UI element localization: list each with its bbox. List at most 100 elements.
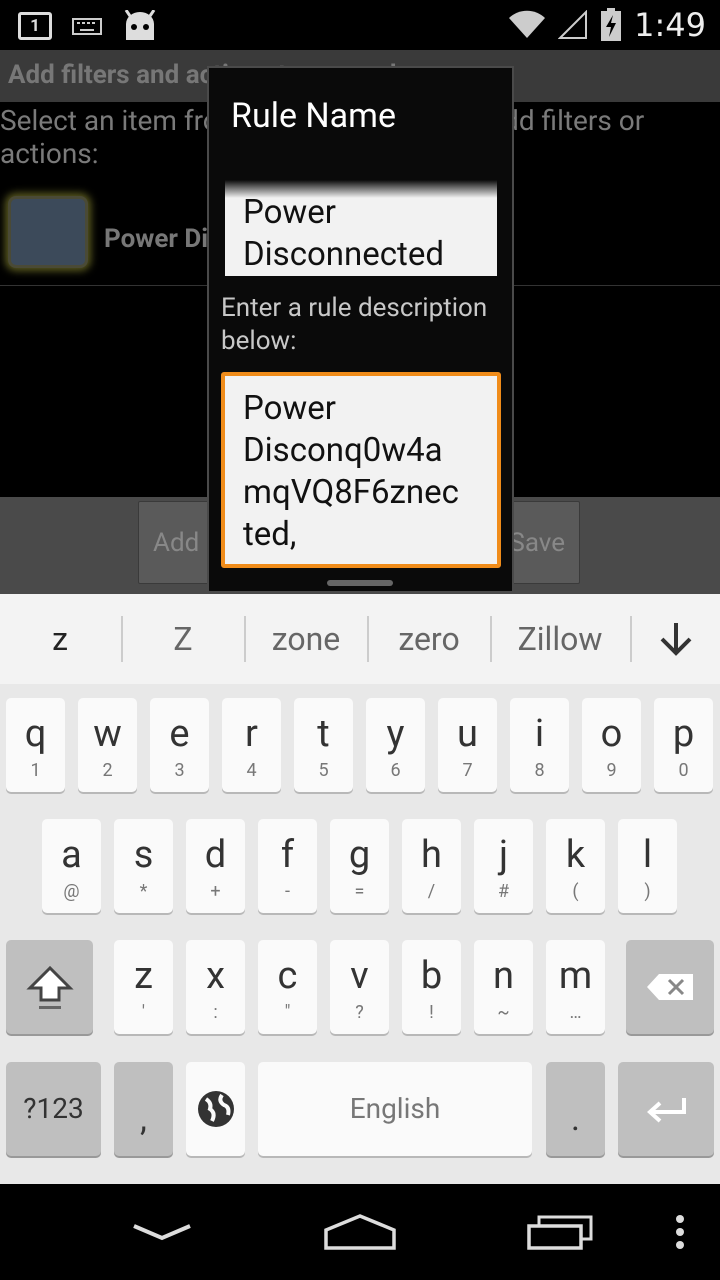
key-b[interactable]: b! [402, 940, 461, 1034]
key-y[interactable]: y6 [366, 698, 425, 792]
key-q[interactable]: q1 [6, 698, 65, 792]
key-e[interactable]: e3 [150, 698, 209, 792]
key-p[interactable]: p0 [654, 698, 713, 792]
key-hint: ( [572, 881, 579, 902]
key-hint: @ [63, 881, 80, 902]
key-hint: 9 [606, 760, 617, 781]
key-hint: 3 [174, 760, 185, 781]
shift-key[interactable] [6, 940, 93, 1034]
suggestion-item[interactable]: Z [123, 594, 243, 684]
space-key[interactable]: English [258, 1062, 532, 1156]
suggestion-item[interactable]: z [0, 594, 120, 684]
key-hint: ' [141, 1002, 146, 1023]
key-label: q [24, 712, 47, 756]
key-f[interactable]: f- [258, 819, 317, 913]
cyanogenmod-icon [124, 10, 156, 40]
key-z[interactable]: z ' [114, 940, 173, 1034]
key-j[interactable]: j # [474, 819, 533, 913]
key-label: w [93, 712, 122, 756]
key-label: b [420, 954, 443, 998]
suggestion-item[interactable]: zone [246, 594, 366, 684]
suggestion-strip: z Z zone zero Zillow [0, 594, 720, 684]
backspace-icon [647, 974, 693, 1000]
clock: 1:49 [634, 6, 706, 44]
shift-icon [25, 965, 74, 1009]
key-label: h [421, 833, 442, 877]
key-label: g [348, 833, 371, 877]
home-icon [324, 1214, 396, 1250]
item-icon [8, 196, 88, 268]
key-label: x [206, 954, 225, 998]
soft-keyboard: ?123 , English . q 1 w 2 e 3 r 4 t 5 y 6 u 7 i 8 o 9 p 0 a @ s… [0, 684, 720, 1184]
key-g[interactable]: g = [330, 819, 389, 913]
rule-name-dialog: Rule Name Power Disconnected Enter a rul… [207, 66, 514, 593]
key-label: s [133, 833, 154, 877]
period-key[interactable]: . [546, 1062, 605, 1156]
key-hint: * [139, 881, 148, 902]
key-w[interactable]: w2 [78, 698, 137, 792]
enter-key[interactable] [618, 1062, 714, 1156]
key-r[interactable]: r4 [222, 698, 281, 792]
dialog-title: Rule Name [231, 96, 397, 136]
key-hint: = [354, 881, 365, 902]
back-button[interactable] [120, 1200, 204, 1264]
space-key-label: English [349, 1092, 441, 1125]
suggestion-item[interactable]: zero [369, 594, 489, 684]
key-u[interactable]: u7 [438, 698, 497, 792]
key-d[interactable]: d + [186, 819, 245, 913]
key-hint: " [284, 1002, 291, 1023]
menu-button[interactable] [660, 1200, 700, 1264]
key-a[interactable]: a @ [42, 819, 101, 913]
key-hint: - [285, 881, 290, 902]
recent-apps-button[interactable] [518, 1200, 602, 1264]
key-s[interactable]: s * [114, 819, 173, 913]
symbols-key[interactable]: ?123 [6, 1062, 101, 1156]
backspace-key[interactable] [626, 940, 714, 1034]
wifi-icon [509, 10, 546, 39]
key-label: u [457, 712, 478, 756]
key-m[interactable]: m… [546, 940, 605, 1034]
key-label: a [61, 833, 82, 877]
key-hint: 1 [30, 760, 41, 781]
key-h[interactable]: h / [402, 819, 461, 913]
description-label: Enter a rule description below: [221, 293, 488, 356]
key-k[interactable]: k( [546, 819, 605, 913]
rule-description-field[interactable]: Power Disconq0w4a mqVQ8F6znec ted, [221, 372, 501, 568]
key-hint: … [569, 1002, 582, 1023]
key-hint: 8 [534, 760, 545, 781]
key-label: e [169, 712, 190, 756]
key-hint: ~ [497, 1002, 510, 1023]
key-hint: 0 [678, 760, 689, 781]
period-key-label: . [571, 1099, 580, 1139]
key-label: j [498, 833, 509, 877]
key-hint: / [427, 881, 436, 902]
key-l[interactable]: l) [618, 819, 677, 913]
key-n[interactable]: n ~ [474, 940, 533, 1034]
key-o[interactable]: o9 [582, 698, 641, 792]
key-v[interactable]: v? [330, 940, 389, 1034]
suggestion-item[interactable]: Zillow [492, 594, 628, 684]
rule-name-field[interactable]: Power Disconnected [225, 180, 497, 276]
navigation-bar [0, 1184, 720, 1280]
key-label: v [350, 954, 369, 998]
comma-key-label: , [140, 1099, 147, 1139]
key-hint: ? [355, 1002, 364, 1023]
key-i[interactable]: i8 [510, 698, 569, 792]
key-hint: + [210, 881, 221, 902]
recent-apps-icon [527, 1215, 593, 1250]
key-c[interactable]: c " [258, 940, 317, 1034]
language-key[interactable] [186, 1062, 245, 1156]
symbols-key-label: ?123 [23, 1092, 84, 1125]
comma-key[interactable]: , [114, 1062, 173, 1156]
enter-icon [647, 1098, 686, 1123]
battery-charging-icon [601, 8, 622, 41]
expand-suggestions-button[interactable] [632, 594, 720, 684]
key-t[interactable]: t5 [294, 698, 353, 792]
status-bar: 1 1:49 [0, 0, 720, 50]
key-x[interactable]: x: [186, 940, 245, 1034]
key-label: r [245, 712, 258, 756]
home-button[interactable] [316, 1200, 404, 1264]
key-hint: 4 [246, 760, 257, 781]
key-label: t [317, 712, 330, 756]
key-label: p [672, 712, 695, 756]
